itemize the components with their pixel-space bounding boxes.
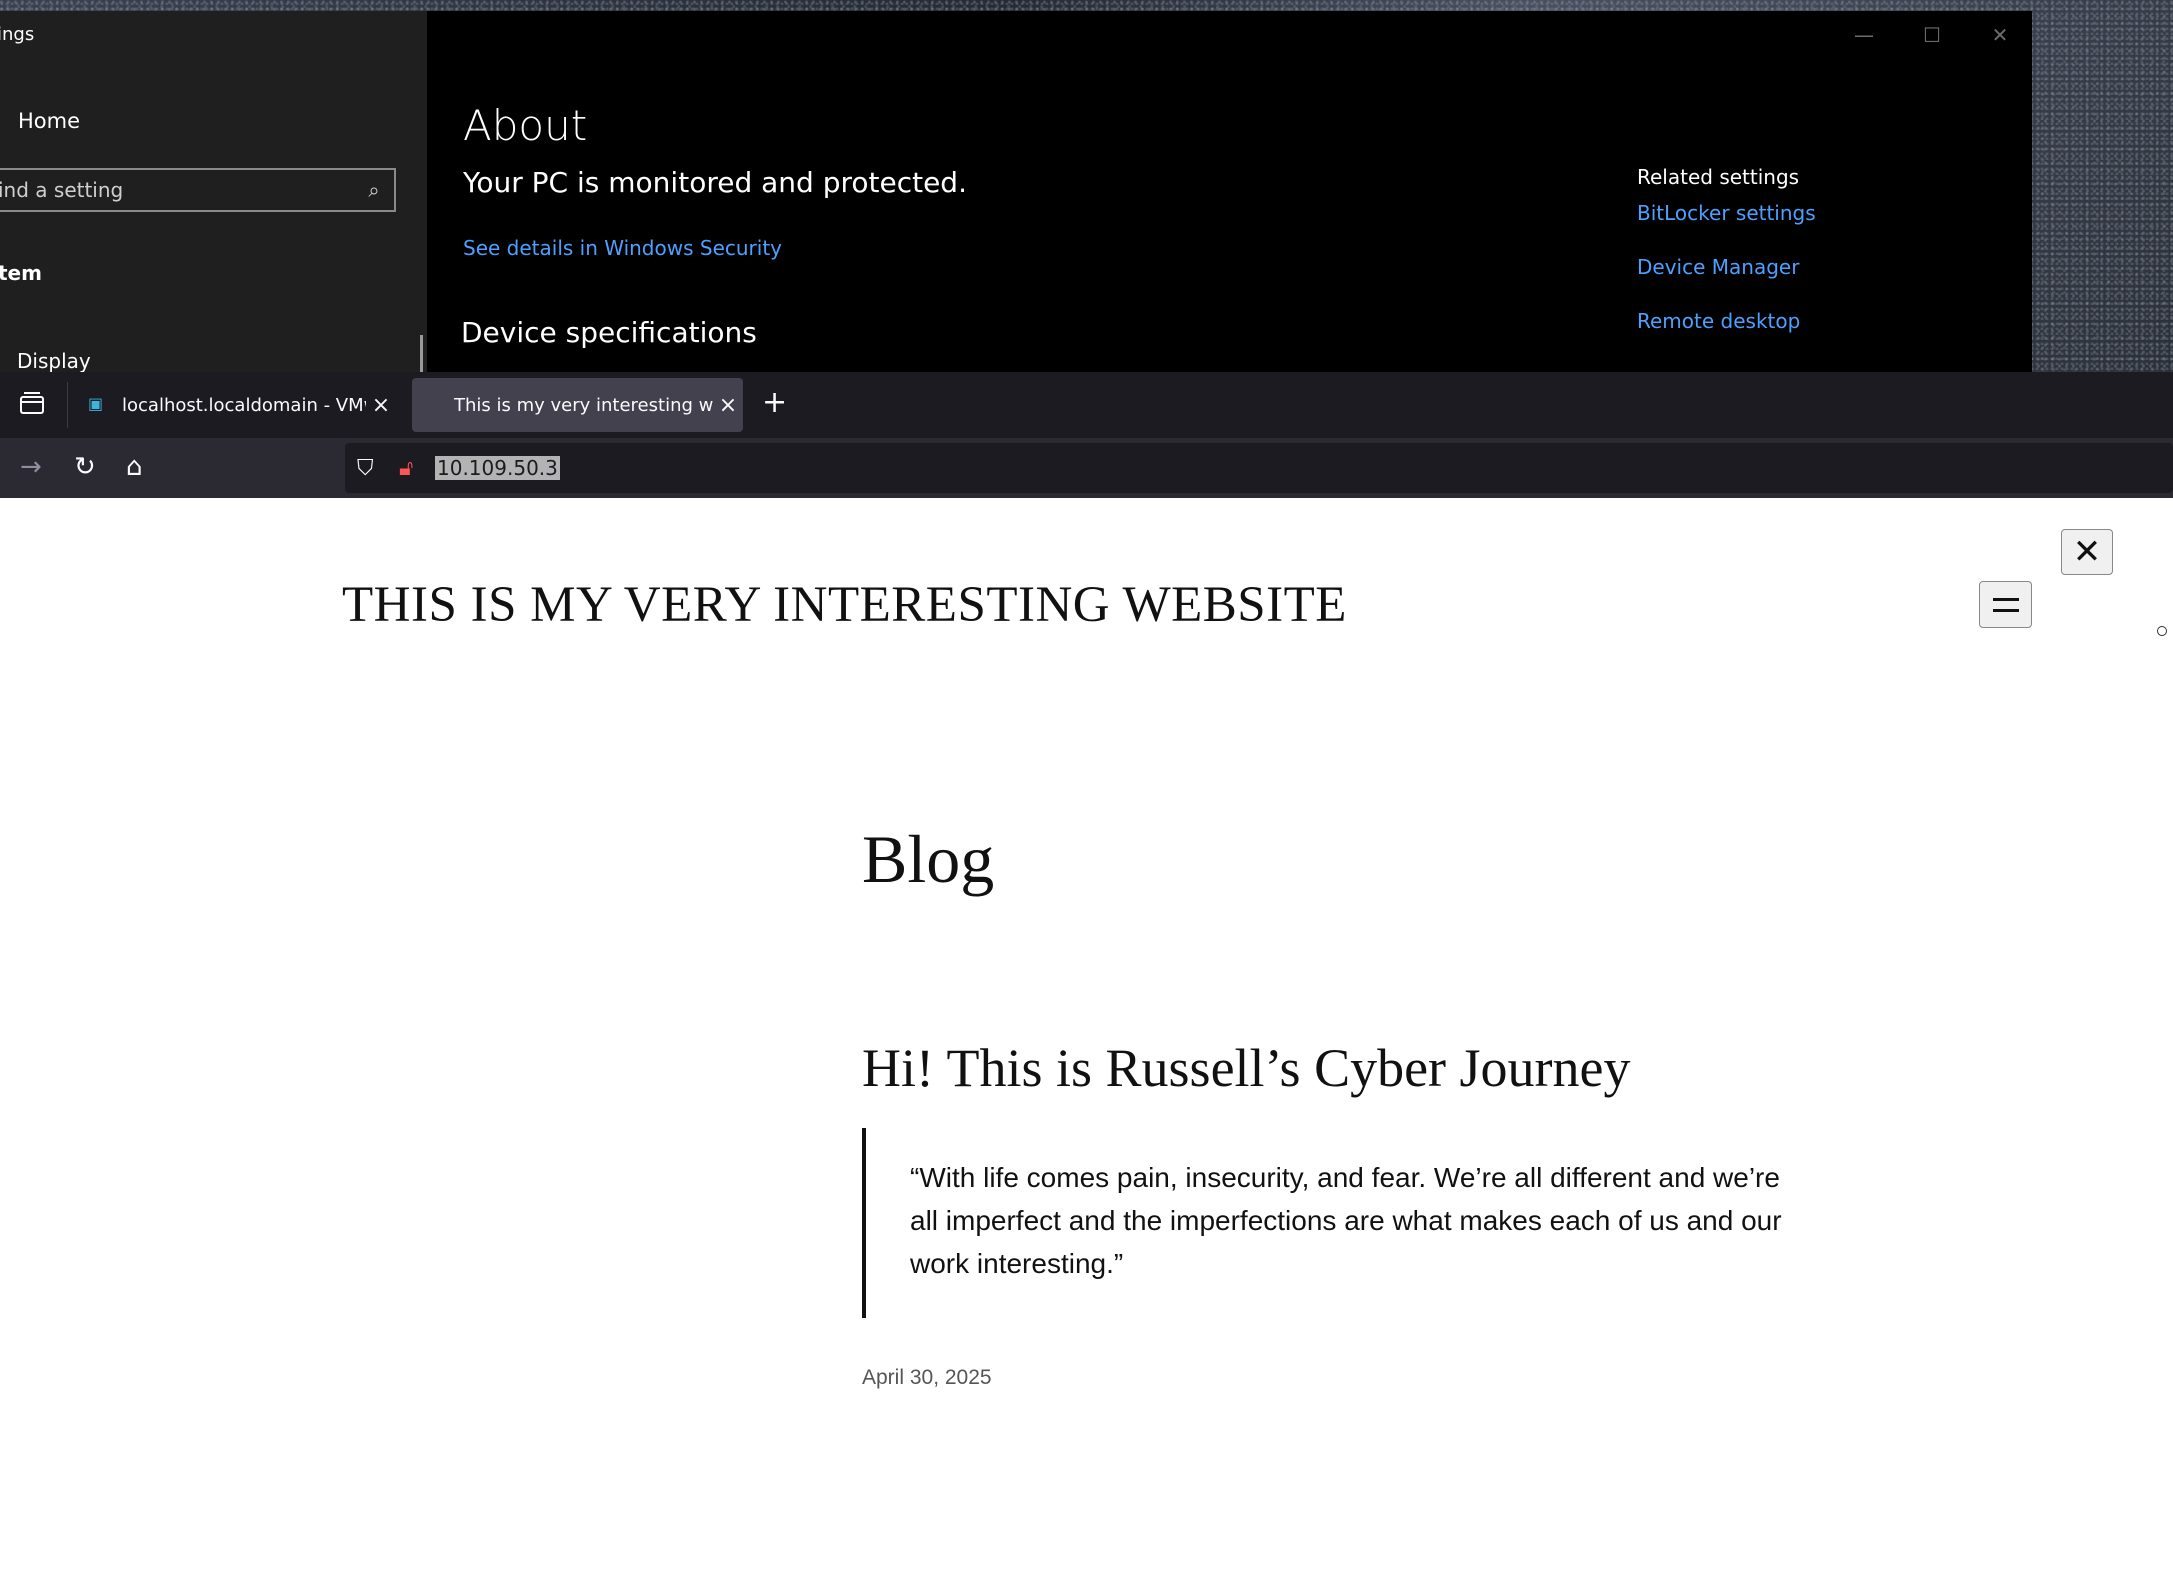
vmware-favicon-icon: ▣ [88,394,104,413]
tab-website[interactable]: This is my very interesting website × [412,378,743,432]
post-date: April 30, 2025 [862,1366,992,1389]
menu-button[interactable] [1979,581,2032,628]
related-settings: Related settings BitLocker settings Devi… [1637,165,1816,363]
post-title[interactable]: Hi! This is Russell’s Cyber Journey [862,1037,1631,1099]
close-tab-icon[interactable]: × [366,393,396,418]
tracking-shield-icon[interactable]: ⛉ [357,456,387,481]
forward-icon[interactable]: → [20,452,42,482]
close-tab-icon[interactable]: × [713,393,743,418]
web-page: THIS IS MY VERY INTERESTING WEBSITE ✕ Bl… [0,498,2173,1595]
close-menu-button[interactable]: ✕ [2061,529,2113,575]
protection-status: Your PC is monitored and protected. [463,166,967,199]
tab-separator [67,382,68,428]
tab-manager-icon[interactable] [18,390,48,418]
settings-window-title: ings [0,24,35,45]
url-text[interactable]: 10.109.50.3 [435,456,560,480]
remote-desktop-link[interactable]: Remote desktop [1637,309,1816,333]
tab-title: This is my very interesting website [454,394,713,416]
settings-main-pane: — ☐ ✕ About Your PC is monitored and pro… [427,11,2032,372]
close-window-icon[interactable]: ✕ [1988,23,2012,47]
settings-sidebar: ings Home ⌕ tem Display [0,11,427,372]
device-manager-link[interactable]: Device Manager [1637,255,1816,279]
hamburger-icon [1992,597,2019,612]
window-controls: — ☐ ✕ [1852,23,2012,47]
address-bar[interactable]: ⛉ 🔓︎ 10.109.50.3 [345,443,2173,493]
sidebar-item-display[interactable]: Display [17,349,91,372]
close-icon: ✕ [2072,532,2102,572]
sidebar-section-system: tem [0,261,42,285]
blockquote: “With life comes pain, insecurity, and f… [862,1128,1792,1318]
focus-ring-icon [2157,626,2167,636]
tab-strip: ▣ localhost.localdomain - VMware × This … [0,372,2173,438]
navigation-bar: → ↻ ⌂ ⛉ 🔓︎ 10.109.50.3 [0,438,2173,498]
page-title: About [463,101,588,150]
reload-icon[interactable]: ↻ [74,452,96,482]
bitlocker-settings-link[interactable]: BitLocker settings [1637,201,1816,225]
search-icon[interactable]: ⌕ [354,178,394,202]
related-settings-header: Related settings [1637,165,1800,189]
new-tab-icon[interactable]: + [762,388,787,418]
blog-heading: Blog [862,821,995,897]
settings-window: ings Home ⌕ tem Display — ☐ ✕ About Your… [0,11,2032,372]
home-icon[interactable]: ⌂ [126,452,143,482]
insecure-lock-icon[interactable]: 🔓︎ [399,456,429,481]
site-title[interactable]: THIS IS MY VERY INTERESTING WEBSITE [342,576,1347,634]
tab-vmware[interactable]: ▣ localhost.localdomain - VMware × [80,378,396,432]
quote-text: “With life comes pain, insecurity, and f… [910,1162,1782,1279]
maximize-icon[interactable]: ☐ [1920,23,1944,47]
browser-window: ▣ localhost.localdomain - VMware × This … [0,372,2173,1595]
minimize-icon[interactable]: — [1852,23,1876,47]
settings-search-box[interactable]: ⌕ [0,168,396,212]
settings-search-input[interactable] [0,177,354,203]
blank-favicon-icon [420,394,444,416]
sidebar-item-home[interactable]: Home [18,109,80,133]
tab-title: localhost.localdomain - VMware [122,394,366,416]
device-specifications-heading: Device specifications [461,316,757,349]
sidebar-home-label: Home [18,109,81,133]
windows-security-link[interactable]: See details in Windows Security [463,236,782,260]
sidebar-scrollbar[interactable] [420,335,423,372]
